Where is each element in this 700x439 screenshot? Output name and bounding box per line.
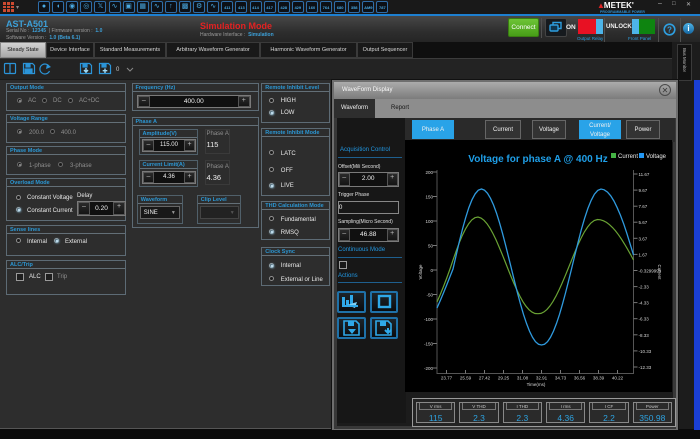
svg-text:Time(ms): Time(ms) bbox=[527, 382, 546, 387]
svg-text:23.77: 23.77 bbox=[441, 376, 453, 381]
svg-text:7.67: 7.67 bbox=[639, 204, 648, 209]
svg-text:50: 50 bbox=[428, 244, 434, 249]
svg-text:150: 150 bbox=[425, 195, 433, 200]
svg-text:-50: -50 bbox=[426, 293, 433, 298]
svg-text:31.08: 31.08 bbox=[517, 376, 529, 381]
svg-text:-6.33: -6.33 bbox=[639, 317, 650, 322]
svg-text:Voltage: Voltage bbox=[646, 154, 667, 160]
svg-text:-10.33: -10.33 bbox=[639, 349, 652, 354]
svg-text:0: 0 bbox=[116, 67, 120, 73]
svg-text:200: 200 bbox=[425, 170, 433, 175]
svg-text:9.67: 9.67 bbox=[639, 188, 648, 193]
svg-text:5.67: 5.67 bbox=[639, 220, 648, 225]
svg-text:-4.33: -4.33 bbox=[639, 301, 650, 306]
svg-text:100: 100 bbox=[425, 219, 433, 224]
svg-text:?: ? bbox=[667, 26, 672, 35]
svg-text:-12.33: -12.33 bbox=[639, 365, 652, 370]
svg-text:27.42: 27.42 bbox=[479, 376, 491, 381]
svg-text:36.56: 36.56 bbox=[574, 376, 586, 381]
svg-text:Voltage for phase A @ 400 Hz: Voltage for phase A @ 400 Hz bbox=[468, 154, 607, 165]
svg-text:Voltage: Voltage bbox=[418, 264, 423, 280]
svg-text:Current: Current bbox=[657, 264, 662, 280]
svg-text:34.73: 34.73 bbox=[555, 376, 567, 381]
svg-text:40.22: 40.22 bbox=[612, 376, 624, 381]
svg-text:-8.33: -8.33 bbox=[639, 333, 650, 338]
svg-text:11.67: 11.67 bbox=[639, 172, 650, 177]
svg-text:29.25: 29.25 bbox=[498, 376, 510, 381]
svg-text:3.67: 3.67 bbox=[639, 236, 648, 241]
svg-text:1.67: 1.67 bbox=[639, 252, 648, 257]
svg-text:-200: -200 bbox=[424, 366, 434, 371]
svg-text:Current: Current bbox=[618, 154, 638, 160]
svg-text:32.91: 32.91 bbox=[536, 376, 548, 381]
svg-text:-2.33: -2.33 bbox=[639, 285, 650, 290]
svg-text:25.59: 25.59 bbox=[460, 376, 472, 381]
svg-text:-100: -100 bbox=[424, 317, 434, 322]
svg-text:-150: -150 bbox=[424, 342, 434, 347]
svg-text:38.39: 38.39 bbox=[593, 376, 605, 381]
